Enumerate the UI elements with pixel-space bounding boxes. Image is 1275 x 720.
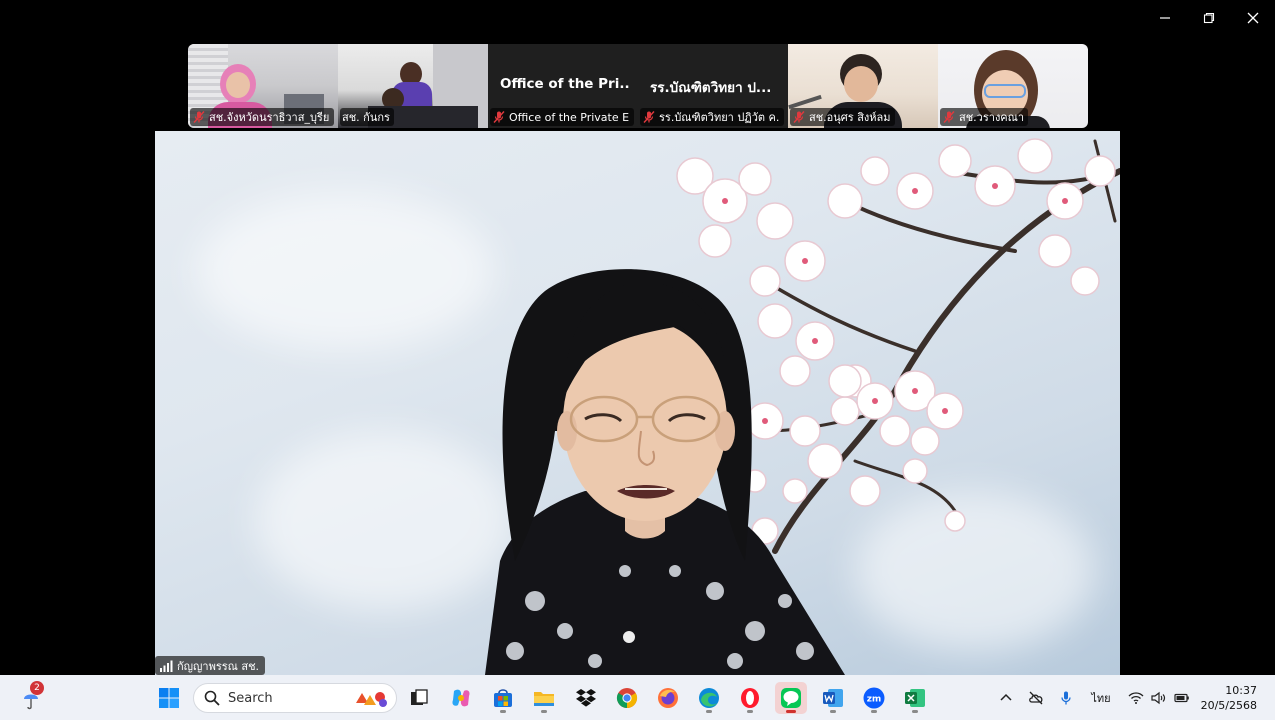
input-language: ไทย: [1091, 691, 1111, 705]
search-placeholder: Search: [228, 690, 273, 706]
running-indicator: [830, 710, 836, 713]
participant-title: Office of the Pri...: [500, 76, 630, 92]
muted-mic-icon: [193, 111, 205, 123]
onedrive-status-button[interactable]: [1026, 675, 1046, 720]
taskbar-app-edge[interactable]: [693, 682, 725, 714]
taskbar-app-line[interactable]: [775, 682, 807, 714]
battery-button[interactable]: [1172, 675, 1192, 720]
file-explorer-icon: [534, 692, 554, 706]
running-indicator: [706, 710, 712, 713]
microphone-in-use-button[interactable]: [1056, 675, 1076, 720]
taskbar-search[interactable]: Search: [193, 683, 397, 713]
taskbar-app-copilot[interactable]: [445, 682, 477, 714]
running-indicator: [541, 710, 547, 713]
participant-name-label: สช. กันกร: [340, 108, 394, 126]
running-indicator: [500, 710, 506, 713]
task-view-icon: [411, 689, 428, 705]
participant-name-label: สช.วรางคณา: [940, 108, 1029, 126]
volume-button[interactable]: [1149, 675, 1167, 720]
start-button[interactable]: [153, 682, 185, 714]
restore-icon: [1203, 12, 1215, 24]
running-indicator: [912, 710, 918, 713]
svg-text:zm: zm: [867, 695, 882, 705]
taskbar-app-task-view[interactable]: [403, 682, 435, 714]
battery-charging-icon: [1174, 693, 1189, 702]
muted-mic-icon: [793, 111, 805, 123]
clock-time: 10:37: [1225, 684, 1257, 697]
taskbar-app-file-explorer[interactable]: [528, 682, 560, 714]
zoom-icon: zm: [863, 687, 885, 709]
taskbar-clock[interactable]: 10:37 20/5/2568: [1201, 683, 1257, 713]
muted-mic-icon: [643, 111, 655, 123]
speaker-figure: [485, 269, 845, 675]
chrome-icon: [616, 688, 638, 709]
taskbar: 2 Search zm ไทย 10:37 20/5/2568: [0, 675, 1275, 720]
close-icon: [1247, 12, 1259, 24]
participant-tile[interactable]: สช.วรางคณา: [938, 44, 1088, 128]
windows-start-icon: [159, 688, 179, 708]
word-icon: [823, 689, 843, 707]
taskbar-app-store[interactable]: [487, 682, 519, 714]
copilot-icon: [452, 689, 470, 707]
notification-badge: 2: [30, 681, 44, 695]
muted-mic-icon: [943, 111, 955, 123]
participant-name: สช.อนุศร สิงห์ลม: [809, 111, 891, 124]
running-indicator: [871, 710, 877, 713]
participant-name-label: Office of the Private E...: [490, 108, 634, 126]
participant-tile[interactable]: สช. กันกร: [338, 44, 488, 128]
chevron-up-icon: [1000, 693, 1012, 701]
participant-tile[interactable]: Office of the Pri... Office of the Priva…: [488, 44, 638, 128]
show-hidden-icons-button[interactable]: [996, 675, 1016, 720]
muted-mic-icon: [493, 111, 505, 123]
microphone-icon: [1061, 691, 1071, 704]
edge-icon: [699, 688, 719, 708]
taskbar-app-opera[interactable]: [734, 682, 766, 714]
taskbar-app-chrome[interactable]: [611, 682, 643, 714]
close-button[interactable]: [1231, 0, 1275, 36]
network-button[interactable]: [1127, 675, 1145, 720]
participant-name-label: รร.บัณฑิตวิทยา ปฏิวัต ค...: [640, 108, 784, 126]
taskbar-app-firefox[interactable]: [652, 682, 684, 714]
participant-name: สช. กันกร: [342, 111, 390, 124]
taskbar-app-excel[interactable]: [899, 682, 931, 714]
line-icon: [781, 688, 801, 708]
input-language-button[interactable]: ไทย: [1088, 675, 1114, 720]
cloud-offline-icon: [1029, 691, 1043, 704]
minimize-icon: [1160, 17, 1170, 19]
taskbar-app-dropbox[interactable]: [570, 682, 602, 714]
main-speaker-video[interactable]: [155, 131, 1120, 675]
participant-title: รร.บัณฑิตวิทยา ป...: [650, 80, 772, 96]
restore-button[interactable]: [1187, 0, 1231, 36]
participant-name: สช.จังหวัดนราธิวาส_บุรีย...: [209, 111, 330, 124]
firefox-icon: [658, 688, 678, 708]
participant-tile[interactable]: สช.จังหวัดนราธิวาส_บุรีย...: [188, 44, 338, 128]
search-highlight-icon: [356, 692, 387, 707]
participant-tile[interactable]: รร.บัณฑิตวิทยา ป... รร.บัณฑิตวิทยา ปฏิวั…: [638, 44, 788, 128]
search-icon: [204, 690, 220, 706]
participant-strip: สช.จังหวัดนราธิวาส_บุรีย... สช. กันกร Of…: [188, 44, 1088, 128]
signal-strength-icon: [160, 660, 173, 672]
taskbar-app-word[interactable]: [817, 682, 849, 714]
window-controls: [1143, 0, 1275, 36]
clock-date: 20/5/2568: [1200, 699, 1257, 712]
speaker-name-label: กัญญาพรรณ สช.: [155, 656, 266, 675]
participant-name-label: สช.จังหวัดนราธิวาส_บุรีย...: [190, 108, 334, 126]
running-indicator: [786, 710, 796, 713]
excel-icon: [905, 689, 925, 707]
participant-tile[interactable]: สช.อนุศร สิงห์ลม: [788, 44, 938, 128]
opera-icon: [741, 688, 759, 708]
participant-name: รร.บัณฑิตวิทยา ปฏิวัต ค...: [659, 111, 780, 124]
participant-name: Office of the Private E...: [509, 110, 630, 124]
speaker-volume-icon: [1151, 691, 1166, 704]
dropbox-icon: [576, 689, 596, 707]
participant-name: สช.วรางคณา: [959, 111, 1025, 124]
taskbar-app-zoom[interactable]: zm: [858, 682, 890, 714]
minimize-button[interactable]: [1143, 0, 1187, 36]
running-indicator: [747, 710, 753, 713]
microsoft-store-icon: [494, 689, 512, 707]
wifi-icon: [1128, 691, 1144, 704]
speaker-name: กัญญาพรรณ สช.: [177, 659, 260, 673]
participant-name-label: สช.อนุศร สิงห์ลม: [790, 108, 895, 126]
